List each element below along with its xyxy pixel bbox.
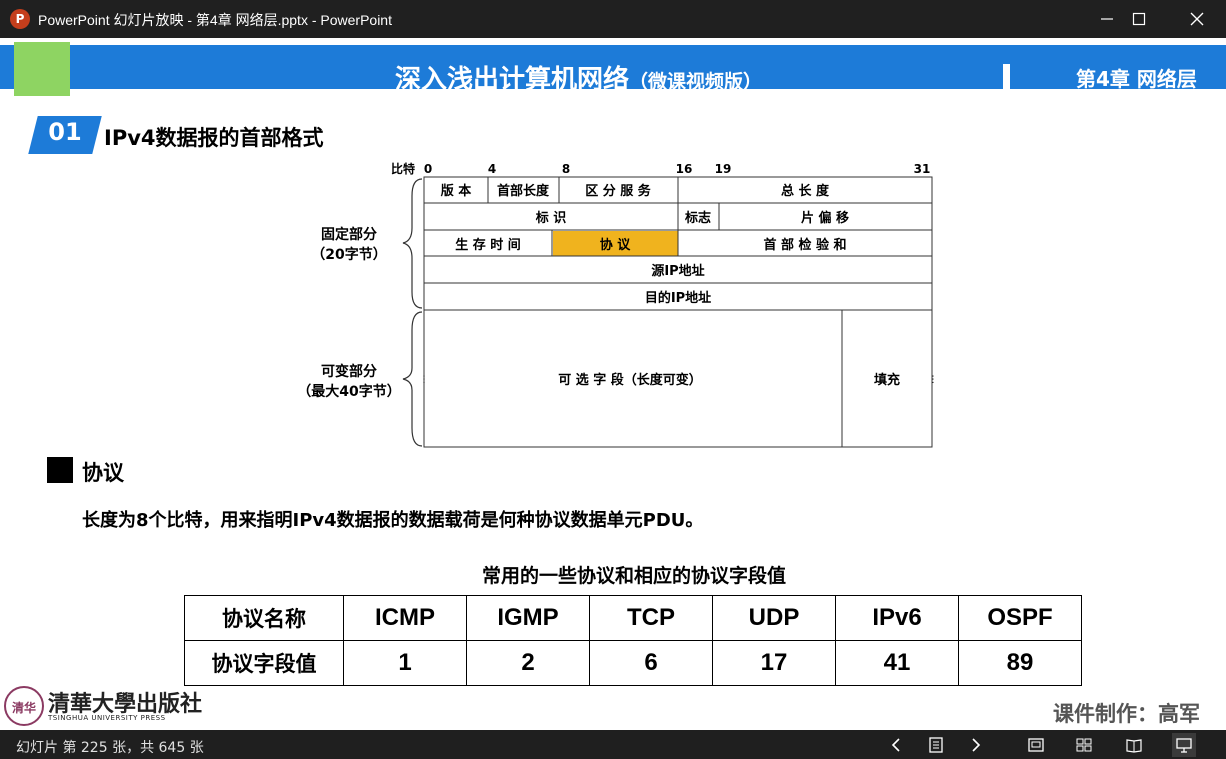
- svg-text:⋮: ⋮: [929, 375, 938, 385]
- table-cell: IGMP: [466, 595, 590, 641]
- field-protocol: 协 议: [600, 237, 632, 253]
- table-cell: 1: [343, 640, 467, 686]
- maximize-icon: [1132, 12, 1146, 26]
- row-header: 协议名称: [184, 595, 344, 641]
- powerpoint-icon: P: [10, 9, 30, 29]
- field-header-length: 首部长度: [497, 183, 550, 199]
- slideshow-view-button[interactable]: [1172, 733, 1196, 757]
- field-total-length: 总 长 度: [781, 183, 830, 199]
- publisher-name-en: TSINGHUA UNIVERSITY PRESS: [48, 714, 166, 722]
- next-icon: [972, 738, 981, 752]
- field-flags: 标志: [684, 210, 711, 226]
- variable-part-size: （最大40字节）: [297, 383, 400, 400]
- next-button[interactable]: [964, 733, 988, 757]
- protocol-table: 协议名称 ICMP IGMP TCP UDP IPv6 OSPF 协议字段值 1…: [184, 595, 1082, 686]
- slide-sorter-button[interactable]: [1072, 733, 1096, 757]
- close-icon: [1190, 12, 1204, 26]
- normal-view-button[interactable]: [1024, 733, 1048, 757]
- fixed-part-size: （20字节）: [311, 246, 386, 263]
- normal-view-icon: [1028, 738, 1044, 752]
- field-fragment-offset: 片 偏 移: [801, 210, 849, 226]
- author-credit: 课件制作：高军: [1053, 702, 1200, 726]
- table-cell: 41: [835, 640, 959, 686]
- field-header-checksum: 首 部 检 验 和: [763, 237, 846, 253]
- protocol-description: 长度为8个比特，用来指明IPv4数据报的数据载荷是何种协议数据单元PDU。: [82, 510, 704, 531]
- close-button[interactable]: [1168, 0, 1226, 38]
- ipv4-header-diagram: 比特 0 4 8 16 19 31 版 本 首部长度 区 分 服 务 总 长 度…: [297, 161, 938, 448]
- protocol-heading: 协议: [82, 461, 124, 485]
- slide-sorter-icon: [1076, 738, 1092, 752]
- field-diff-services: 区 分 服 务: [585, 183, 652, 199]
- reading-view-icon: [1126, 739, 1142, 753]
- field-source-ip: 源IP地址: [651, 263, 704, 279]
- field-ttl: 生 存 时 间: [455, 237, 521, 253]
- table-cell: 89: [958, 640, 1082, 686]
- previous-icon: [891, 738, 900, 752]
- field-dest-ip: 目的IP地址: [645, 290, 711, 306]
- bit-mark: 4: [488, 162, 496, 176]
- table-title: 常用的一些协议和相应的协议字段值: [481, 565, 786, 587]
- table-cell: IPv6: [835, 595, 959, 641]
- bit-mark: 0: [424, 162, 432, 176]
- maximize-button[interactable]: [1110, 0, 1168, 38]
- field-identification: 标 识: [535, 210, 567, 226]
- reading-view-button[interactable]: [1122, 733, 1146, 757]
- slideshow-view-icon: [1176, 738, 1192, 753]
- table-cell: OSPF: [958, 595, 1082, 641]
- slide[interactable]: 深入浅出计算机网络（微课视频版） 第4章 网络层 01 IPv4数据报的首部格式…: [0, 38, 1226, 730]
- table-cell: 17: [712, 640, 836, 686]
- field-version: 版 本: [441, 183, 472, 199]
- bit-mark: 16: [676, 162, 693, 176]
- bit-label: 比特: [391, 161, 415, 176]
- slide-counter: 幻灯片 第 225 张，共 645 张: [16, 740, 204, 756]
- previous-button[interactable]: [884, 733, 908, 757]
- table-cell: ICMP: [343, 595, 467, 641]
- title-bar: P PowerPoint 幻灯片放映 - 第4章 网络层.pptx - Powe…: [0, 0, 1226, 38]
- bullet-square: [47, 457, 73, 483]
- slide-menu-button[interactable]: [924, 733, 948, 757]
- svg-text:⋮: ⋮: [420, 375, 429, 385]
- table-cell: 2: [466, 640, 590, 686]
- table-row: 协议名称 ICMP IGMP TCP UDP IPv6 OSPF: [184, 595, 1082, 641]
- bit-mark: 19: [715, 162, 732, 176]
- table-cell: UDP: [712, 595, 836, 641]
- variable-part-label: 可变部分: [321, 363, 377, 380]
- row-header: 协议字段值: [184, 640, 344, 686]
- bit-mark: 31: [914, 162, 931, 176]
- field-options: 可 选 字 段（长度可变）: [558, 372, 702, 388]
- table-row: 协议字段值 1 2 6 17 41 89: [184, 640, 1082, 686]
- field-padding: 填充: [874, 372, 900, 388]
- publisher-seal-icon: 清华: [4, 686, 44, 726]
- fixed-part-brace: [402, 178, 423, 309]
- status-bar: 幻灯片 第 225 张，共 645 张: [0, 730, 1226, 759]
- slide-menu-icon: [929, 737, 943, 753]
- window-title: PowerPoint 幻灯片放映 - 第4章 网络层.pptx - PowerP…: [38, 12, 392, 28]
- table-cell: 6: [589, 640, 713, 686]
- fixed-part-label: 固定部分: [321, 226, 377, 243]
- table-cell: TCP: [589, 595, 713, 641]
- bit-mark: 8: [562, 162, 570, 176]
